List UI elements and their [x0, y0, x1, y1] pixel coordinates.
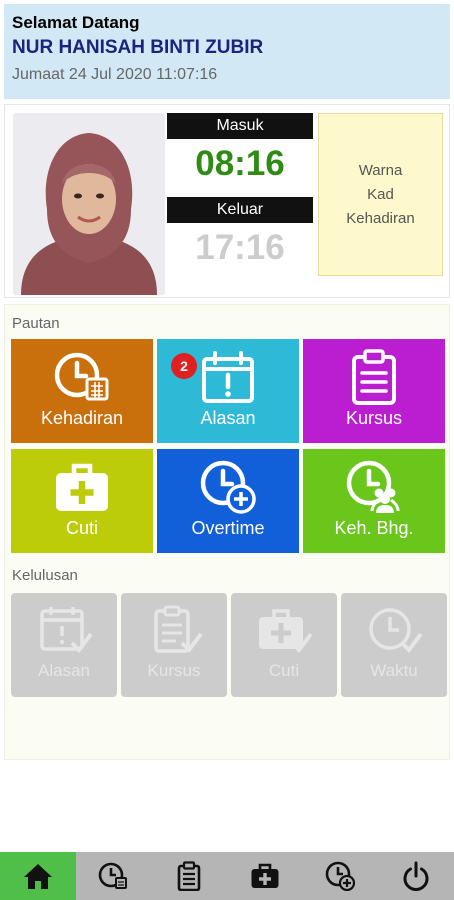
approval-cuti-label: Cuti: [268, 661, 300, 680]
tile-cuti-label: Cuti: [65, 518, 98, 538]
tile-kehadiran[interactable]: Kehadiran: [11, 339, 153, 443]
clock-plus-icon: [325, 861, 356, 891]
tile-keh-bhg-label: Keh. Bhg.: [334, 518, 414, 538]
check-in-label: Masuk: [167, 113, 313, 139]
check-out-time: 17:16: [167, 223, 313, 273]
clock-check-icon: [341, 605, 447, 655]
tile-overtime[interactable]: Overtime: [157, 449, 299, 553]
power-icon: [403, 861, 429, 891]
links-panel: Pautan Kehadiran 2 Alasan Kursus Cuti Ov…: [4, 304, 450, 760]
medical-kit-icon: [251, 863, 279, 888]
approval-alasan-label: Alasan: [38, 661, 90, 680]
tile-kehadiran-label: Kehadiran: [40, 408, 124, 428]
medical-kit-icon: [11, 459, 153, 517]
clipboard-check-icon: [121, 605, 227, 655]
check-in-block: Masuk 08:16: [167, 113, 313, 189]
clipboard-icon: [303, 349, 445, 407]
approval-waktu[interactable]: Waktu: [341, 593, 447, 697]
clock-calendar-icon: [99, 862, 128, 889]
tile-keh-bhg[interactable]: Keh. Bhg.: [303, 449, 445, 553]
welcome-header: Selamat Datang NUR HANISAH BINTI ZUBIR J…: [4, 4, 450, 99]
nav-leave[interactable]: [227, 852, 303, 900]
nav-logout[interactable]: [378, 852, 454, 900]
profile-photo: [13, 113, 165, 295]
nav-overtime[interactable]: [302, 852, 378, 900]
tile-cuti[interactable]: Cuti: [11, 449, 153, 553]
approvals-section-title: Kelulusan: [12, 567, 78, 584]
clock-plus-icon: [157, 459, 299, 517]
approval-kursus-label: Kursus: [147, 661, 201, 680]
attendance-colour-card: Warna Kad Kehadiran: [318, 113, 443, 276]
welcome-text: Selamat Datang: [12, 13, 140, 32]
tile-kursus[interactable]: Kursus: [303, 339, 445, 443]
nav-home[interactable]: [0, 852, 76, 900]
colour-card-line-2: Kad: [367, 185, 394, 203]
user-name: NUR HANISAH BINTI ZUBIR: [12, 37, 264, 58]
medical-kit-check-icon: [231, 605, 337, 655]
clock-group-icon: [303, 459, 445, 517]
colour-card-line-3: Kehadiran: [346, 209, 415, 227]
check-out-label: Keluar: [167, 197, 313, 223]
approval-cuti[interactable]: Cuti: [231, 593, 337, 697]
links-section-title: Pautan: [12, 315, 60, 332]
check-out-block: Keluar 17:16: [167, 197, 313, 273]
attendance-card: Masuk 08:16 Keluar 17:16 Warna Kad Kehad…: [4, 104, 450, 298]
current-datetime: Jumaat 24 Jul 2020 11:07:16: [12, 66, 218, 83]
approval-kursus[interactable]: Kursus: [121, 593, 227, 697]
calendar-check-icon: [11, 605, 117, 655]
nav-courses[interactable]: [151, 852, 227, 900]
check-in-time: 08:16: [167, 139, 313, 189]
tile-alasan[interactable]: 2 Alasan: [157, 339, 299, 443]
home-icon: [23, 864, 52, 889]
tile-kursus-label: Kursus: [345, 408, 403, 428]
clipboard-icon: [177, 861, 201, 891]
tile-alasan-label: Alasan: [200, 408, 256, 428]
clock-calendar-icon: [11, 349, 153, 407]
bottom-navigation: [0, 852, 454, 900]
approval-alasan[interactable]: Alasan: [11, 593, 117, 697]
approval-waktu-label: Waktu: [370, 661, 418, 680]
tile-overtime-label: Overtime: [191, 518, 265, 538]
calendar-alert-icon: [157, 349, 299, 407]
colour-card-line-1: Warna: [358, 161, 403, 179]
nav-attendance[interactable]: [76, 852, 152, 900]
